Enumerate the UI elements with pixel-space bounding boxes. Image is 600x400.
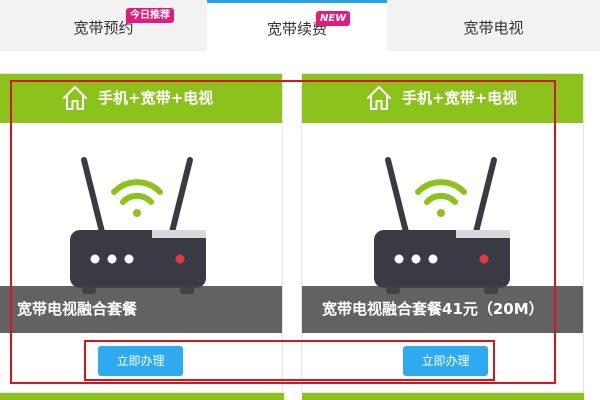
tab-broadband-reservation[interactable]: 宽带预约 今日推荐 [0, 0, 207, 51]
next-card-header-edge [0, 393, 284, 400]
tab-badge-recommend: 今日推荐 [126, 8, 174, 23]
tab-bar: 宽带预约 今日推荐 宽带续费 NEW 宽带电视 [0, 0, 600, 51]
card-header-title: 手机+宽带+电视 [98, 89, 214, 107]
card-header: 手机+宽带+电视 [302, 74, 583, 123]
card-caption: 宽带电视融合套餐 [0, 286, 282, 333]
router-icon [70, 157, 206, 294]
apply-now-button[interactable]: 立即办理 [403, 346, 488, 376]
package-card: 手机+宽带+电视 宽带电视融合套餐 立即办理 [0, 73, 283, 393]
card-header: 手机+宽带+电视 [0, 74, 282, 123]
package-card: 手机+宽带+电视 宽带电视融合套餐41元（20M） 立即办理 [301, 73, 584, 393]
wifi-icon [415, 179, 467, 217]
card-caption: 宽带电视融合套餐41元（20M） [302, 286, 583, 333]
tab-broadband-renewal[interactable]: 宽带续费 NEW [207, 0, 387, 51]
tab-label: 宽带电视 [463, 19, 524, 37]
tab-broadband-tv[interactable]: 宽带电视 [387, 0, 600, 51]
next-card-header-edge [302, 393, 584, 400]
home-icon [367, 86, 391, 110]
page: 宽带预约 今日推荐 宽带续费 NEW 宽带电视 手机+宽带+电视 宽带电视融合套… [0, 0, 600, 400]
apply-now-button[interactable]: 立即办理 [98, 346, 183, 376]
tab-badge-new: NEW [316, 11, 351, 26]
tab-label: 宽带预约 [73, 19, 134, 37]
home-icon [63, 86, 87, 110]
card-header-title: 手机+宽带+电视 [402, 89, 518, 107]
router-icon [374, 157, 510, 294]
wifi-icon [111, 179, 163, 217]
